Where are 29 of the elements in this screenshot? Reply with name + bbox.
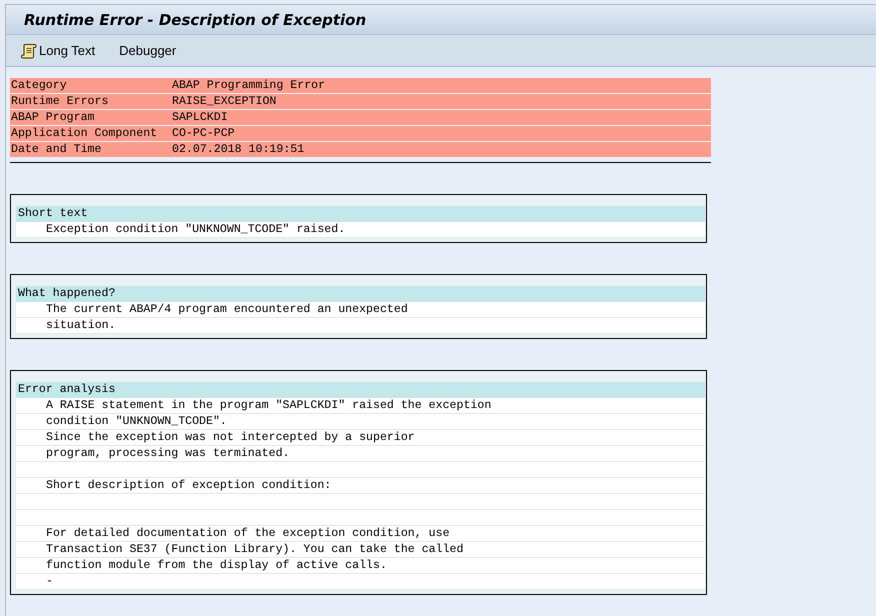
text-line: The current ABAP/4 program encountered an unexpected	[46, 303, 408, 316]
text-line: For detailed documentation of the exception condition, use	[46, 527, 450, 540]
window-title: Runtime Error - Description of Exception	[24, 10, 366, 28]
text-line: situation.	[46, 319, 116, 332]
text-line: Since the exception was not intercepted by a superior	[46, 431, 415, 444]
text-line: program, processing was terminated.	[46, 447, 290, 460]
field-value: SAPLCKDI	[172, 110, 229, 125]
field-value: CO-PC-PCP	[172, 126, 236, 141]
field-value: 02.07.2018 10:19:51	[172, 142, 306, 157]
toolbar-button[interactable]: Long Text	[18, 40, 98, 60]
text-line: Short description of exception condition:	[46, 479, 332, 492]
field-value: ABAP Programming Error	[172, 78, 326, 93]
section-heading: What happened?	[16, 286, 705, 302]
field-label: Runtime Errors	[11, 94, 110, 109]
text-line: condition "UNKNOWN_TCODE".	[46, 415, 227, 428]
field-label: ABAP Program	[11, 110, 96, 125]
field-label: Date and Time	[11, 142, 102, 157]
section-heading: Short text	[16, 206, 705, 222]
text-line: function module from the display of active calls.	[46, 559, 387, 572]
text-line: -	[46, 575, 53, 588]
field-label: Application Component	[11, 126, 158, 141]
text-line: Transaction SE37 (Function Library). You can take the called	[46, 543, 464, 556]
section-heading: Error analysis	[16, 382, 705, 398]
toolbar-button[interactable]: Debugger	[116, 41, 180, 60]
text-line: Exception condition "UNKNOWN_TCODE" raised.	[46, 223, 346, 236]
scroll-icon	[21, 42, 37, 58]
text-line: A RAISE statement in the program "SAPLCKDI" raised the exception	[46, 399, 492, 412]
field-label: Category	[11, 78, 68, 93]
field-value: RAISE_EXCEPTION	[172, 94, 278, 109]
